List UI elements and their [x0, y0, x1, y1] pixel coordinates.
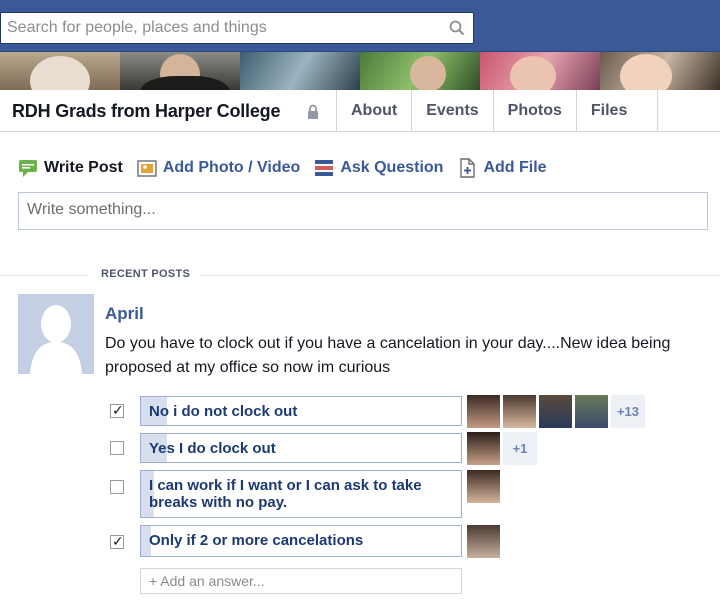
poll-checkbox[interactable] [110, 480, 124, 494]
avatar[interactable] [18, 294, 94, 374]
ask-question-label: Ask Question [340, 159, 444, 176]
poll-voters [467, 525, 503, 558]
cover-photo [0, 52, 120, 90]
write-post-button[interactable]: Write Post [18, 158, 123, 178]
check-icon: ✓ [112, 402, 124, 418]
tab-files[interactable]: Files [575, 90, 658, 132]
voter-avatar[interactable] [467, 432, 500, 465]
voter-avatar[interactable] [503, 395, 536, 428]
more-voters-count[interactable]: +13 [611, 395, 645, 428]
group-tabs: About Events Photos Files [336, 90, 658, 132]
search-icon[interactable] [449, 20, 465, 36]
voter-avatar[interactable] [467, 525, 500, 558]
speech-bubble-icon [19, 160, 37, 177]
search-box[interactable] [0, 12, 474, 44]
tab-about[interactable]: About [336, 90, 411, 132]
poll-voters: +1 [467, 432, 537, 465]
poll-checkbox[interactable]: ✓ [110, 402, 124, 418]
file-icon [460, 158, 476, 178]
add-photo-video-label: Add Photo / Video [162, 159, 301, 176]
poll-answer[interactable]: Only if 2 or more cancelations [140, 525, 462, 557]
question-list-icon [315, 160, 334, 176]
more-voters-count[interactable]: +1 [503, 432, 537, 465]
voter-avatar[interactable] [467, 395, 500, 428]
voter-avatar[interactable] [539, 395, 572, 428]
lock-icon [308, 104, 318, 119]
tab-events[interactable]: Events [411, 90, 492, 132]
write-something-input[interactable]: Write something... [18, 192, 708, 230]
cover-photo [120, 52, 240, 90]
photo-icon [137, 160, 157, 177]
poll-answer-label: I can work if I want or I can ask to tak… [149, 477, 422, 511]
poll-checkbox[interactable] [110, 441, 124, 455]
cover-photo [480, 52, 600, 90]
voter-avatar[interactable] [467, 470, 500, 503]
divider-line [200, 275, 720, 276]
post-author[interactable]: April [105, 304, 144, 324]
poll-answer[interactable]: Yes I do clock out [140, 433, 462, 463]
cover-photo-strip [0, 52, 720, 90]
voter-avatar[interactable] [575, 395, 608, 428]
poll-voters: +13 [467, 395, 645, 428]
divider-line [0, 275, 88, 276]
poll-checkbox[interactable]: ✓ [110, 533, 124, 549]
tab-photos[interactable]: Photos [492, 90, 576, 132]
recent-posts-divider: RECENT POSTS [0, 266, 720, 284]
poll-answer-label: No i do not clock out [149, 403, 298, 420]
cover-photo [360, 52, 480, 90]
cover-photo [600, 52, 720, 90]
cover-photo [240, 52, 360, 90]
group-name[interactable]: RDH Grads from Harper College [12, 101, 280, 122]
poll-answer-label: Yes I do clock out [149, 440, 276, 457]
default-avatar-icon [18, 294, 94, 374]
top-bar [0, 0, 720, 52]
search-input[interactable] [1, 13, 441, 43]
write-post-label: Write Post [44, 159, 123, 176]
add-photo-video-button[interactable]: Add Photo / Video [137, 158, 300, 178]
poll-voters [467, 470, 503, 503]
poll-answer-label: Only if 2 or more cancelations [149, 532, 364, 549]
ask-question-button[interactable]: Ask Question [314, 158, 443, 178]
composer-actions: Write Post Add Photo / Video Ask Questio… [18, 158, 561, 178]
check-icon: ✓ [112, 533, 124, 549]
add-file-label: Add File [483, 159, 547, 176]
poll-answer[interactable]: No i do not clock out [140, 396, 462, 426]
poll-answer[interactable]: I can work if I want or I can ask to tak… [140, 470, 462, 518]
recent-posts-label: RECENT POSTS [101, 268, 191, 280]
group-header: RDH Grads from Harper College About Even… [0, 90, 720, 132]
add-file-button[interactable]: Add File [457, 158, 547, 178]
composer: Write Post Add Photo / Video Ask Questio… [0, 132, 720, 262]
add-answer-input[interactable]: + Add an answer... [140, 568, 462, 594]
post-text: Do you have to clock out if you have a c… [105, 335, 671, 376]
